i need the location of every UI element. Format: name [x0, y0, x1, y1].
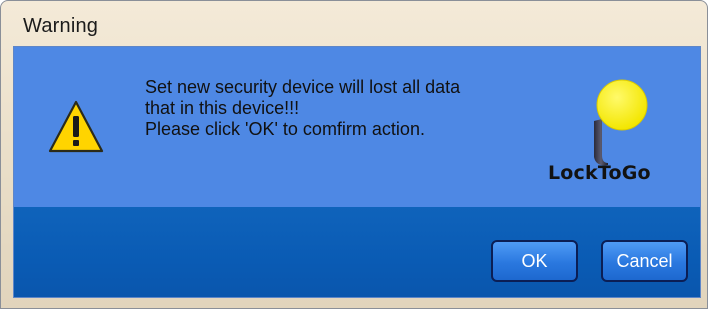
logo-text: LockToGo	[548, 162, 651, 184]
warning-message: Set new security device will lost all da…	[145, 77, 460, 140]
message-line-2: that in this device!!!	[145, 98, 300, 118]
message-line-3: Please click 'OK' to comfirm action.	[145, 119, 425, 139]
warning-icon	[48, 100, 104, 153]
message-line-1: Set new security device will lost all da…	[145, 77, 461, 97]
window-title: Warning	[23, 15, 99, 37]
warning-dialog: Warning Set new security device will los…	[0, 0, 708, 309]
ok-button[interactable]: OK	[491, 240, 578, 282]
title-bar[interactable]: Warning	[1, 1, 707, 43]
cancel-button[interactable]: Cancel	[601, 240, 688, 282]
dialog-body: Set new security device will lost all da…	[13, 46, 701, 298]
message-panel: Set new security device will lost all da…	[14, 47, 700, 207]
button-panel	[14, 207, 700, 297]
